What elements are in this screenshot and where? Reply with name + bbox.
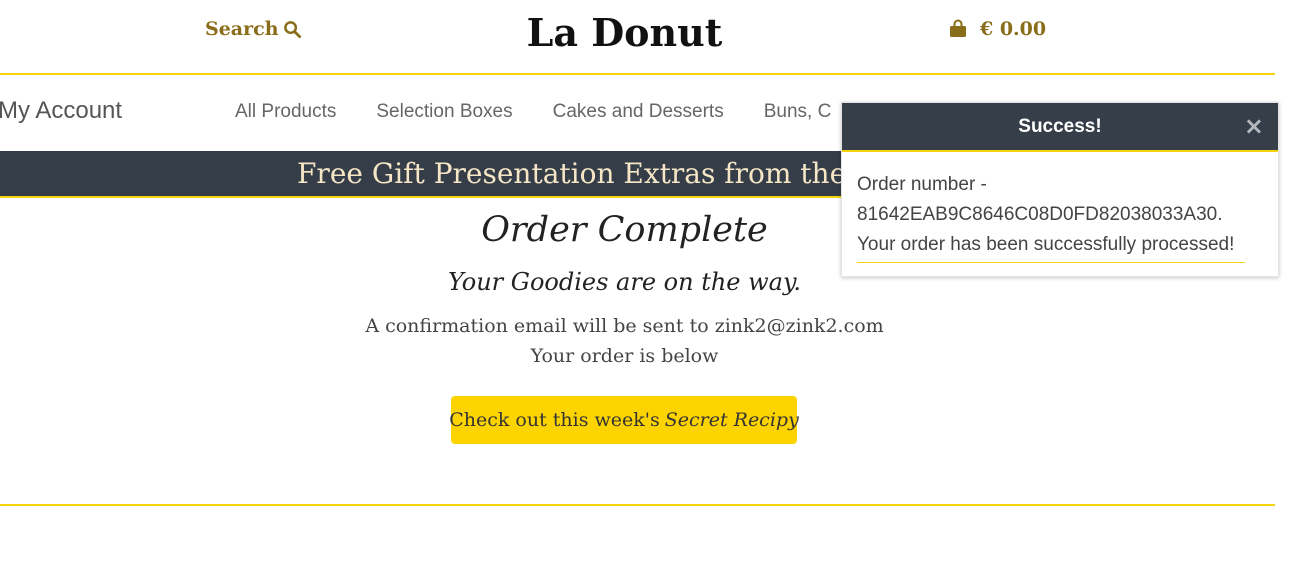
toast-order-label: Order number - [857, 174, 987, 195]
secret-recipe-button[interactable]: Check out this week's Secret Recipy [449, 396, 799, 444]
toast-message: Your order has been successfully process… [857, 234, 1235, 255]
shopping-bag-icon [950, 19, 966, 37]
main-nav: All Products Selection Boxes Cakes and D… [235, 101, 831, 123]
order-below-text: Your order is below [530, 345, 719, 367]
nav-item-cakes-desserts[interactable]: Cakes and Desserts [553, 101, 724, 123]
header-divider [0, 73, 1275, 75]
nav-item-buns[interactable]: Buns, C [764, 101, 832, 123]
toast-title: Success! [1018, 116, 1102, 137]
nav-item-all-products[interactable]: All Products [235, 101, 336, 123]
confirmation-email-text: A confirmation email will be sent to zin… [365, 315, 884, 337]
toast-header: Success! × [842, 103, 1278, 152]
promo-banner-text: Free Gift Presentation Extras from the C [297, 157, 877, 190]
secret-recipe-button-label: Check out this week's [449, 409, 660, 431]
success-toast: Success! × Order number - 81642EAB9C8646… [841, 102, 1279, 277]
toast-body: Order number - 81642EAB9C8646C08D0FD8203… [842, 152, 1278, 260]
secret-recipe-button-italic: Secret Recipy [664, 409, 799, 431]
bag-total: € 0.00 [980, 18, 1047, 40]
site-logo[interactable]: La Donut [0, 10, 1249, 55]
shopping-bag-link[interactable]: € 0.00 [948, 18, 1046, 40]
close-icon[interactable]: × [1244, 112, 1264, 140]
nav-item-selection-boxes[interactable]: Selection Boxes [376, 101, 512, 123]
toast-divider [857, 262, 1245, 263]
nav-my-account[interactable]: My Account [0, 97, 122, 125]
footer-divider [0, 504, 1275, 506]
toast-order-number: 81642EAB9C8646C08D0FD82038033A30. [857, 204, 1223, 225]
